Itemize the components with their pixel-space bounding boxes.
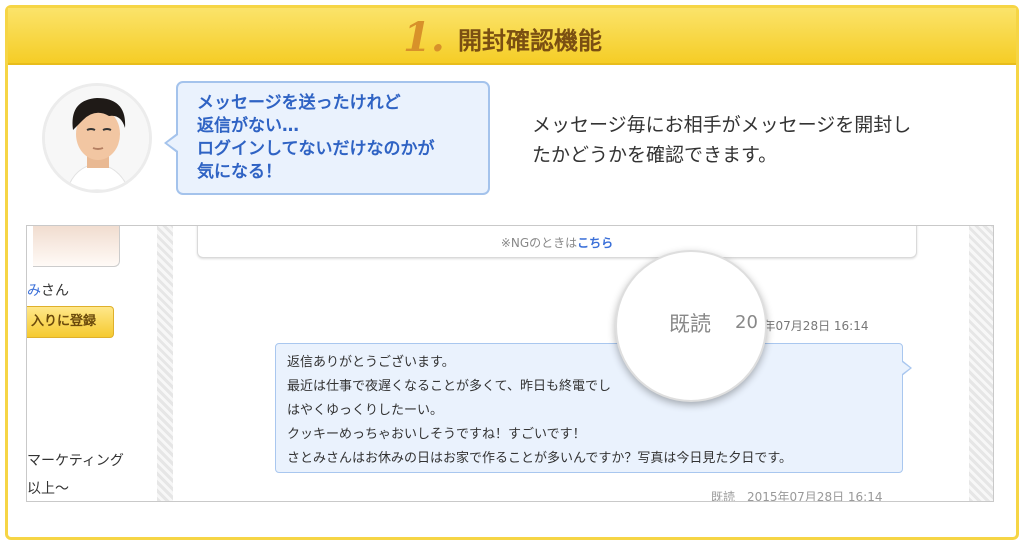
read-label: 既読	[669, 312, 711, 336]
favorite-button[interactable]: 入りに登録	[27, 306, 114, 338]
profile-text: 以上〜	[27, 481, 69, 497]
description-line: たかどうかを確認できます。	[532, 144, 778, 166]
profile-sidebar: みさん 入りに登録 マーケティング 以上〜	[27, 226, 157, 501]
message-line: はやくゆっくりしたーい。	[287, 403, 444, 418]
magnifier-lens: 既読 20	[615, 250, 767, 402]
divider-stripe-right	[969, 226, 993, 501]
feature-header: 1. 開封確認機能	[8, 8, 1016, 65]
bubble-tail-inner	[167, 135, 178, 151]
bubble-line: メッセージを送ったけれど	[197, 93, 401, 113]
speech-bubble: メッセージを送ったけれど 返信がない… ログインしてないだけなのかが 気になる！	[176, 81, 490, 195]
bubble-line: ログインしてないだけなのかが	[197, 139, 435, 159]
message-line: 最近は仕事で夜遅くなることが多くて、昨日も終電でし	[287, 379, 611, 394]
app-screenshot: みさん 入りに登録 マーケティング 以上〜 ※NGのときはこちら 2015年07…	[26, 225, 994, 502]
notice-box: ※NGのときはこちら	[197, 226, 917, 258]
description-line: メッセージ毎にお相手がメッセージを開封し	[532, 114, 912, 136]
message-line: 返信ありがとうございます。	[287, 355, 455, 370]
read-number: 20	[735, 312, 758, 333]
read-status: 既読 2015年07月28日 16:14	[711, 490, 883, 502]
man-portrait-icon	[45, 86, 149, 190]
notice-text: ※NGのときはこちら	[500, 236, 614, 250]
message-thread: ※NGのときはこちら 2015年07月28日 16:14 返信ありがとうございま…	[173, 226, 969, 501]
message-tail-inner	[902, 362, 910, 374]
message-bubble: 返信ありがとうございます。 最近は仕事で夜遅くなることが多くて、昨日も終電でし …	[275, 343, 903, 473]
profile-text: マーケティング	[27, 453, 124, 469]
message-line: さとみさんはお休みの日はお家で作ることが多いんですか？写真は今日見た夕日です。	[287, 451, 793, 466]
feature-description: メッセージ毎にお相手がメッセージを開封し たかどうかを確認できます。	[532, 110, 972, 170]
bubble-line: 返信がない…	[197, 116, 299, 136]
avatar	[42, 83, 152, 193]
feature-number: 1.	[403, 14, 445, 61]
notice-link[interactable]: こちら	[577, 236, 613, 250]
bubble-line: 気になる！	[197, 162, 282, 182]
feature-title: 開封確認機能	[458, 27, 602, 55]
user-name: みさん	[27, 283, 69, 299]
divider-stripe	[157, 226, 173, 501]
profile-photo	[33, 226, 120, 267]
message-line: クッキーめっちゃおいしそうですね！すごいです！	[287, 427, 586, 442]
